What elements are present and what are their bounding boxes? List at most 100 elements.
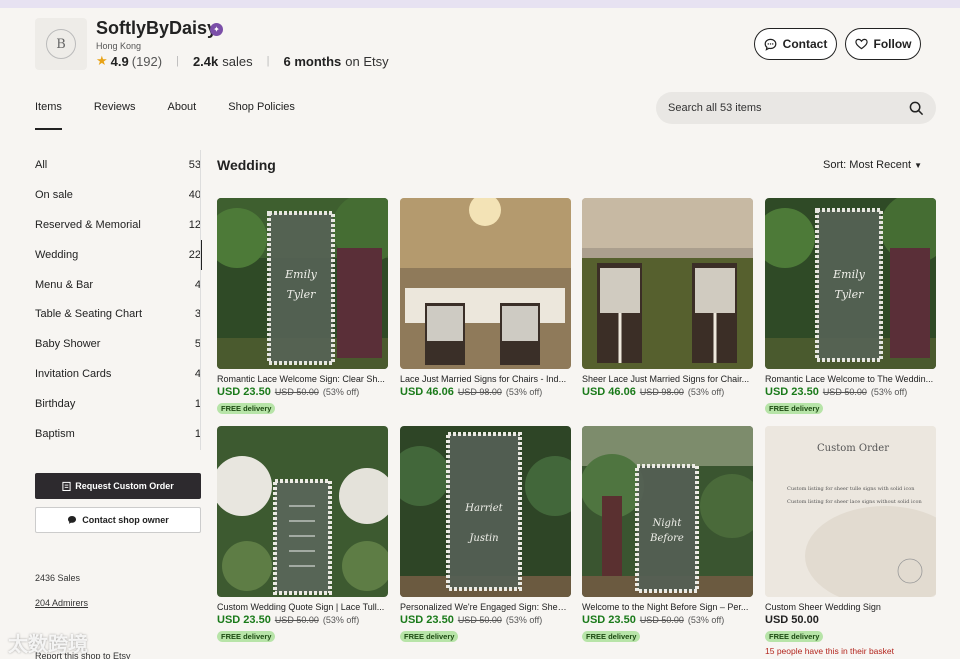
sidebar-item-wedding[interactable]: Wedding 22 [35, 239, 202, 270]
chat-icon [764, 38, 777, 51]
free-delivery-badge: FREE delivery [765, 403, 824, 414]
svg-text:Emily: Emily [284, 268, 317, 281]
svg-text:Harriet: Harriet [464, 503, 503, 514]
listing-image[interactable] [400, 198, 571, 369]
listing-image[interactable]: Custom Order Custom listing for sheer tu… [765, 426, 936, 597]
listing-title[interactable]: Custom Sheer Wedding Sign [765, 602, 936, 612]
listing-image[interactable] [217, 426, 388, 597]
sidebar-item-menu-bar[interactable]: Menu & Bar 4 [35, 270, 201, 300]
listing-price: USD 23.50 [400, 614, 454, 626]
star-icon: ★ [96, 53, 108, 68]
discount-percent: (53% off) [687, 387, 725, 397]
shop-rating[interactable]: 4.9 [111, 54, 129, 69]
listing-title[interactable]: Romantic Lace Welcome to The Weddin... [765, 374, 936, 384]
sidebar-divider [200, 150, 201, 450]
shop-admirers-link[interactable]: 204 Admirers [35, 598, 88, 608]
star-seller-icon: ✦ [210, 23, 223, 36]
svg-text:Before: Before [649, 533, 684, 544]
category-label: Table & Seating Chart [35, 308, 143, 321]
discount-percent: (53% off) [687, 615, 725, 625]
heart-icon [854, 38, 868, 50]
listing-card[interactable]: Custom Wedding Quote Sign | Lace Tull...… [217, 426, 388, 644]
listing-card[interactable]: Emily Tyler Romantic Lace Welcome Sign: … [217, 198, 388, 416]
original-price: USD 50.00 [457, 615, 502, 625]
listing-card[interactable]: Lace Just Married Signs for Chairs - Ind… [400, 198, 571, 398]
sidebar-item-baby-shower[interactable]: Baby Shower 5 [35, 329, 201, 359]
listing-price: USD 23.50 [217, 614, 271, 626]
tab-about[interactable]: About [167, 101, 196, 130]
sidebar-item-baptism[interactable]: Baptism 1 [35, 419, 201, 449]
listing-title[interactable]: Sheer Lace Just Married Signs for Chair.… [582, 374, 753, 384]
custom-order-card-title: Custom Order [817, 443, 890, 454]
sidebar-item-on-sale[interactable]: On sale 40 [35, 180, 201, 210]
shop-age-label: on Etsy [345, 53, 389, 69]
tab-shop-policies[interactable]: Shop Policies [228, 101, 295, 130]
listing-title[interactable]: Personalized We're Engaged Sign: Sheer..… [400, 602, 571, 612]
listing-card[interactable]: Harriet Justin Personalized We're Engage… [400, 426, 571, 644]
listing-title[interactable]: Lace Just Married Signs for Chairs - Ind… [400, 374, 571, 384]
custom-order-card-line: Custom listing for sheer lace signs with… [787, 499, 922, 505]
category-sidebar: All 53 On sale 40 Reserved & Memorial 12 We… [35, 150, 202, 449]
sidebar-item-all[interactable]: All 53 [35, 150, 201, 180]
search-placeholder: Search all 53 items [668, 102, 762, 114]
sidebar-item-table-seating[interactable]: Table & Seating Chart 3 [35, 299, 201, 329]
price-row: USD 46.06 USD 98.00 (53% off) [400, 386, 571, 398]
contact-owner-button[interactable]: Contact shop owner [35, 507, 201, 533]
request-custom-order-button[interactable]: Request Custom Order [35, 473, 201, 499]
category-label: Baptism [35, 427, 75, 440]
listing-card[interactable]: Night Before Welcome to the Night Before… [582, 426, 753, 644]
sidebar-item-reserved-memorial[interactable]: Reserved & Memorial 12 [35, 210, 201, 240]
shop-logo[interactable]: B [35, 18, 87, 70]
listing-image[interactable]: Night Before [582, 426, 753, 597]
listing-card[interactable]: Sheer Lace Just Married Signs for Chair.… [582, 198, 753, 398]
top-banner [0, 0, 960, 8]
shop-search-input[interactable]: Search all 53 items [656, 92, 936, 124]
custom-order-card-line: Custom listing for sheer tulle signs wit… [787, 486, 915, 492]
price-row: USD 46.06 USD 98.00 (53% off) [582, 386, 753, 398]
category-label: Baby Shower [35, 338, 101, 351]
svg-text:Justin: Justin [467, 533, 498, 544]
shop-stats: ★ 4.9 (192) | 2.4k sales | 6 months on E… [96, 53, 389, 69]
free-delivery-badge: FREE delivery [400, 631, 459, 642]
category-label: Menu & Bar [35, 278, 94, 291]
original-price: USD 50.00 [822, 387, 867, 397]
follow-button[interactable]: Follow [845, 28, 921, 60]
free-delivery-badge: FREE delivery [765, 631, 824, 642]
listing-image[interactable] [582, 198, 753, 369]
price-row: USD 23.50 USD 50.00 (53% off) [400, 614, 571, 626]
listing-image[interactable]: Emily Tyler [217, 198, 388, 369]
sidebar-item-invitation-cards[interactable]: Invitation Cards 4 [35, 359, 201, 389]
basket-notice: 15 people have this in their basket [765, 646, 895, 656]
price-row: USD 23.50 USD 50.00 (53% off) [217, 386, 388, 398]
clipboard-icon [62, 481, 71, 491]
contact-owner-label: Contact shop owner [82, 515, 169, 525]
follow-label: Follow [873, 37, 912, 51]
price-row: USD 23.50 USD 50.00 (53% off) [582, 614, 753, 626]
contact-label: Contact [782, 37, 828, 51]
shop-tabs: Items Reviews About Shop Policies [35, 101, 327, 130]
listing-price: USD 23.50 [217, 386, 271, 398]
search-icon[interactable] [909, 101, 924, 116]
listing-title[interactable]: Romantic Lace Welcome Sign: Clear Sh... [217, 374, 388, 384]
listing-title[interactable]: Custom Wedding Quote Sign | Lace Tull... [217, 602, 388, 612]
listing-card[interactable]: Emily Tyler Romantic Lace Welcome to The… [765, 198, 936, 416]
contact-button[interactable]: Contact [754, 28, 837, 60]
tab-reviews[interactable]: Reviews [94, 101, 136, 130]
listing-card[interactable]: Custom Order Custom listing for sheer tu… [765, 426, 936, 656]
listing-price: USD 50.00 [765, 614, 819, 626]
tab-items[interactable]: Items [35, 101, 62, 130]
listing-image[interactable]: Harriet Justin [400, 426, 571, 597]
price-row: USD 23.50 USD 50.00 (53% off) [217, 614, 388, 626]
stats-divider: | [266, 55, 270, 67]
discount-percent: (53% off) [870, 387, 908, 397]
rating-count[interactable]: (192) [132, 54, 162, 69]
original-price: USD 50.00 [274, 387, 319, 397]
listing-title[interactable]: Welcome to the Night Before Sign – Per..… [582, 602, 753, 612]
listing-price: USD 23.50 [765, 386, 819, 398]
section-title: Wedding [217, 157, 276, 173]
shop-name[interactable]: SoftlyByDaisy [96, 18, 217, 39]
sort-dropdown[interactable]: Sort: Most Recent ▼ [823, 159, 922, 171]
sidebar-item-birthday[interactable]: Birthday 1 [35, 389, 201, 419]
svg-text:Emily: Emily [832, 268, 865, 281]
listing-image[interactable]: Emily Tyler [765, 198, 936, 369]
